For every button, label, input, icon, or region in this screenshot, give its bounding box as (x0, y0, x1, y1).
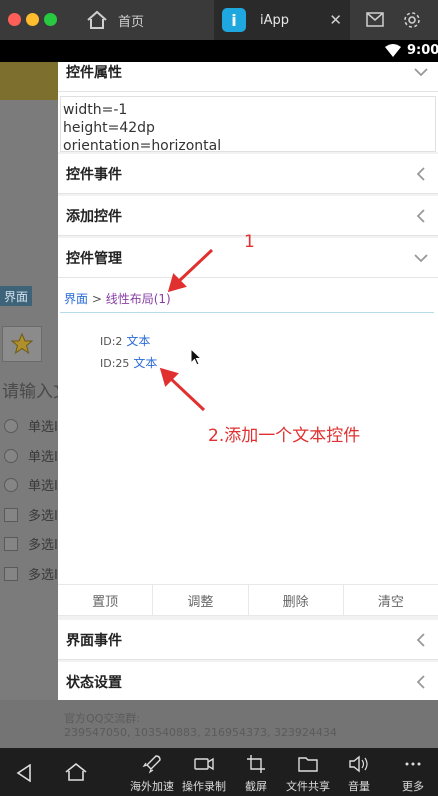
nav-label: 音量 (348, 780, 370, 793)
nav-volume[interactable]: 音量 (348, 754, 370, 794)
arrow-1 (167, 248, 214, 293)
more-dots-icon (405, 762, 421, 766)
speaker-icon (349, 755, 368, 773)
nav-label: 海外加速 (130, 780, 174, 793)
rocket-icon (142, 755, 161, 774)
nav-more[interactable]: 更多 (402, 754, 424, 794)
back-icon[interactable] (16, 764, 32, 782)
video-camera-icon (194, 757, 214, 771)
nav-label: 文件共享 (286, 780, 330, 793)
folder-icon (298, 757, 318, 772)
home-nav-icon[interactable] (64, 762, 88, 782)
annotation-step-1: 1 (244, 232, 255, 252)
crop-icon (247, 755, 265, 773)
nav-overseas-accel[interactable]: 海外加速 (130, 754, 174, 794)
nav-label: 操作录制 (182, 780, 226, 793)
nav-record[interactable]: 操作录制 (182, 754, 226, 794)
nav-label: 更多 (402, 780, 424, 793)
nav-label: 截屏 (245, 780, 267, 793)
annotation-arrows (159, 248, 214, 412)
arrow-2 (159, 367, 206, 412)
nav-screenshot[interactable]: 截屏 (245, 754, 267, 794)
nav-file-share[interactable]: 文件共享 (286, 754, 330, 794)
annotation-step-2: 2.添加一个文本控件 (208, 426, 361, 446)
emulator-nav-bar: 海外加速 操作录制 截屏 文件共享 音量 更多 (0, 748, 438, 796)
